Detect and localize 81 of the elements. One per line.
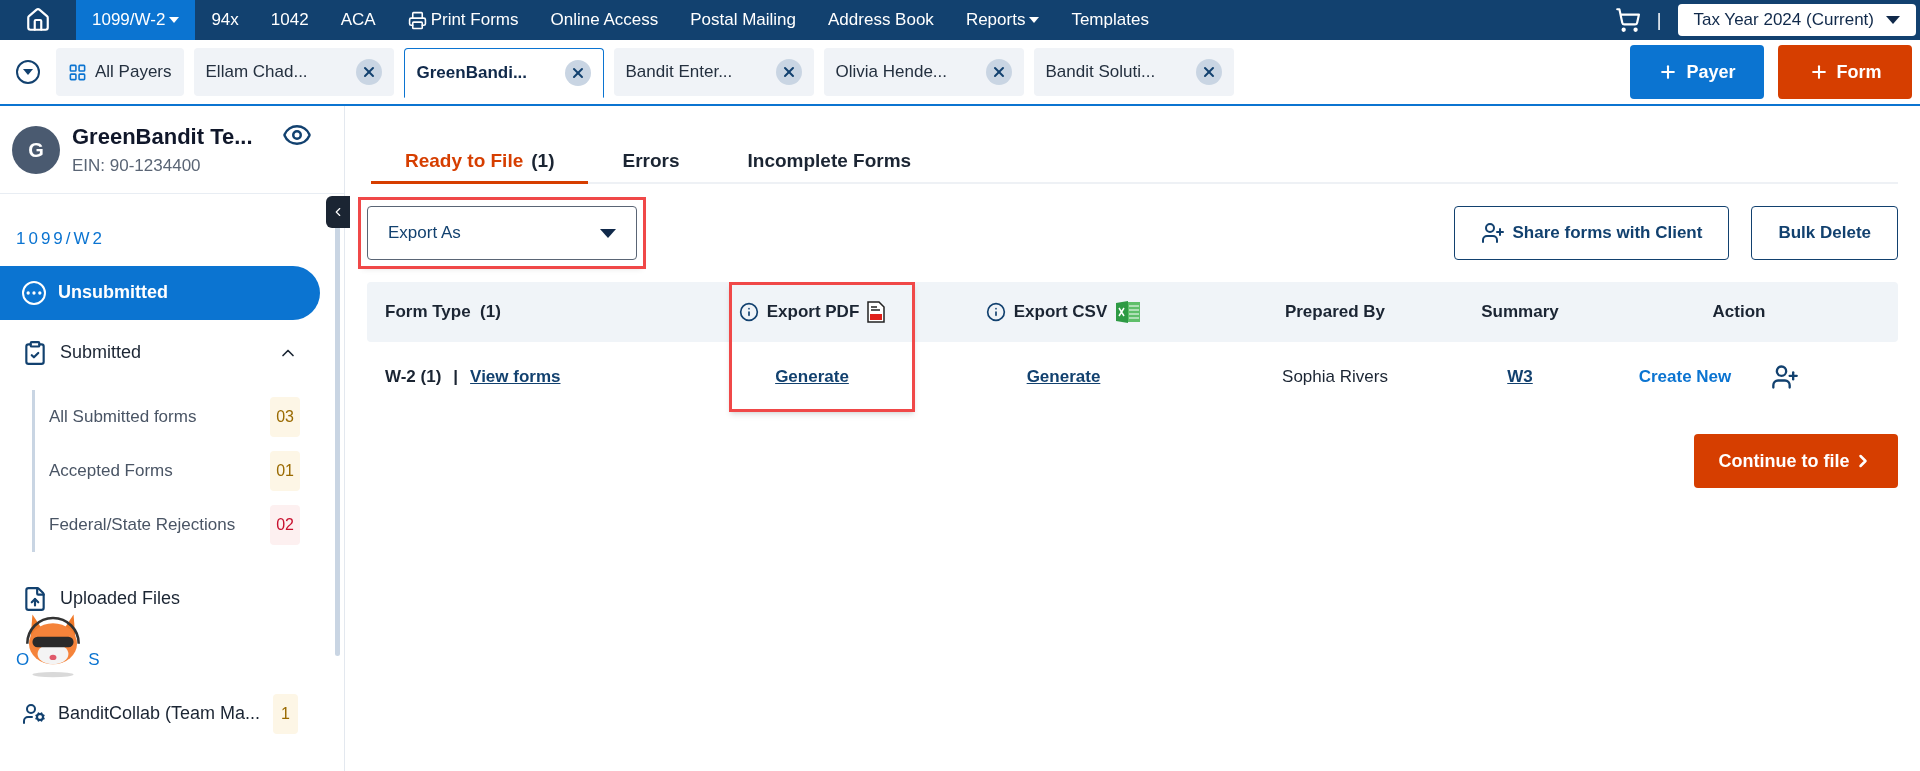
- grid-icon: [68, 62, 87, 82]
- nav-item[interactable]: Reports: [949, 0, 1056, 40]
- nav-item[interactable]: 1099/W-2: [76, 0, 196, 40]
- status-tab[interactable]: Ready to File (1): [371, 142, 589, 184]
- nav-separator: |: [1656, 8, 1662, 32]
- count-badge: 01: [270, 450, 300, 491]
- column-header: Form Type (1): [384, 301, 502, 324]
- sidebar-item[interactable]: Submitted: [0, 325, 320, 380]
- summary-link[interactable]: W3: [1507, 364, 1533, 390]
- close-icon[interactable]: [564, 60, 591, 86]
- payer-tab[interactable]: Olivia Hende...: [823, 48, 1024, 96]
- count-badge: 1: [273, 693, 298, 734]
- bulk-delete-button[interactable]: Bulk Delete: [1751, 206, 1898, 260]
- close-icon[interactable]: [355, 59, 382, 85]
- caret-icon: [169, 17, 180, 23]
- column-header: Export CSV: [917, 299, 1210, 325]
- nav-item[interactable]: ACA: [324, 0, 392, 40]
- export-dropdown[interactable]: Export As: [367, 206, 637, 260]
- section-heading-fragment: O: [16, 648, 33, 671]
- payer-tab[interactable]: All Payers: [56, 48, 184, 96]
- caret-icon: [1886, 16, 1900, 24]
- continue-button[interactable]: Continue to file: [1694, 434, 1898, 488]
- close-icon[interactable]: [985, 59, 1012, 85]
- form-type: W-2 (1): [385, 366, 442, 389]
- payer-tab[interactable]: GreenBandi...: [403, 48, 604, 98]
- count-badge: 03: [270, 396, 300, 437]
- printer-icon: [407, 10, 427, 30]
- column-header: Summary: [1480, 301, 1560, 324]
- column-header: Action: [1711, 301, 1767, 324]
- home-icon: [25, 7, 51, 33]
- submenu-item[interactable]: All Submitted forms: [49, 403, 197, 430]
- file-upload-icon: [22, 585, 48, 612]
- payer-ein: EIN: 90-1234400: [72, 155, 202, 178]
- tax-year-select[interactable]: Tax Year 2024 (Current): [1677, 4, 1916, 36]
- nav-item[interactable]: Templates: [1055, 0, 1165, 40]
- count-badge: 02: [270, 504, 300, 545]
- clipboard-check-icon: [22, 339, 48, 366]
- caret-icon: [600, 228, 616, 238]
- spreadsheet-icon: [1115, 300, 1142, 324]
- close-icon[interactable]: [775, 59, 802, 85]
- status-tab[interactable]: Incomplete Forms: [713, 142, 946, 184]
- status-tab[interactable]: Errors: [588, 142, 714, 184]
- payer-tab[interactable]: Ellam Chad...: [193, 48, 394, 96]
- nav-item[interactable]: 94x: [195, 0, 255, 40]
- submenu-item[interactable]: Federal/State Rejections: [49, 511, 236, 538]
- view-forms-link[interactable]: View forms: [470, 364, 561, 390]
- nav-item[interactable]: Address Book: [812, 0, 950, 40]
- user-plus-icon: [1480, 221, 1505, 245]
- nav-item[interactable]: Postal Mailing: [674, 0, 813, 40]
- column-header: Export PDF: [707, 299, 917, 325]
- add-payer-button[interactable]: Payer: [1630, 45, 1764, 99]
- user-plus-icon[interactable]: [1771, 363, 1800, 391]
- info-icon[interactable]: [985, 302, 1006, 322]
- user-gear-icon: [22, 701, 46, 726]
- info-icon[interactable]: [738, 302, 759, 322]
- nav-item[interactable]: Print Forms: [391, 0, 535, 40]
- sidebar-item[interactable]: Uploaded Files: [0, 571, 320, 626]
- nav-item[interactable]: 1042: [254, 0, 325, 40]
- share-button[interactable]: Share forms with Client: [1453, 206, 1730, 260]
- section-heading: 1099/W2: [16, 228, 107, 250]
- table-cell-text: Sophia Rivers: [1282, 366, 1388, 389]
- collapse-button[interactable]: [326, 196, 350, 228]
- generate-pdf-link[interactable]: Generate: [775, 364, 849, 390]
- submenu-item[interactable]: Accepted Forms: [49, 457, 173, 484]
- payer-tab[interactable]: Bandit Soluti...: [1033, 48, 1234, 96]
- generate-csv-link[interactable]: Generate: [1026, 364, 1101, 390]
- column-header: Prepared By: [1283, 301, 1387, 324]
- payer-tab[interactable]: Bandit Enter...: [613, 48, 814, 96]
- section-heading-fragment: S: [88, 648, 103, 671]
- create-new-link[interactable]: Create New: [1638, 364, 1732, 390]
- nav-item[interactable]: Online Access: [534, 0, 675, 40]
- pdf-file-icon: [867, 301, 886, 323]
- sidebar-item[interactable]: BanditCollab (Team Ma...: [58, 700, 262, 727]
- cart-icon[interactable]: [1614, 7, 1641, 33]
- payer-name: GreenBandit Te...: [72, 123, 254, 152]
- caret-icon: [1029, 17, 1040, 23]
- sidebar-item[interactable]: Unsubmitted: [0, 265, 320, 320]
- avatar: G: [12, 125, 60, 174]
- close-icon[interactable]: [1195, 59, 1222, 85]
- add-form-button[interactable]: Form: [1778, 45, 1912, 99]
- cell-separator: |: [453, 366, 459, 389]
